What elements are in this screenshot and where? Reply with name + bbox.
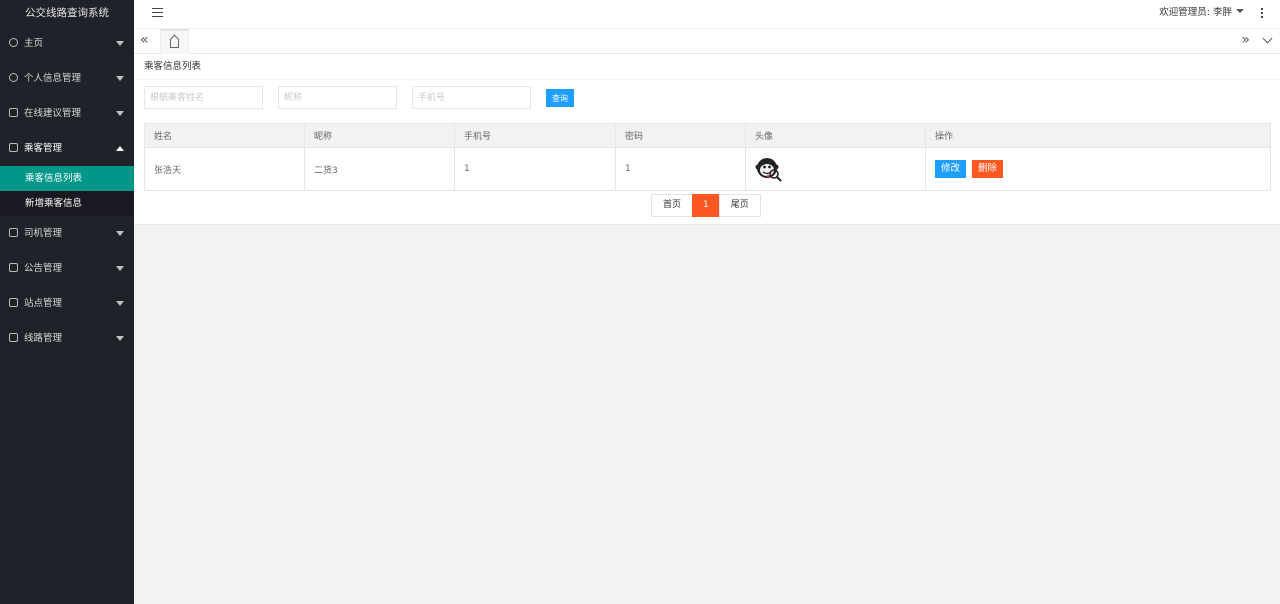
pagination-first[interactable]: 首页 [651, 194, 694, 217]
monkey-avatar-icon [755, 158, 782, 182]
chevron-down-icon [116, 41, 124, 46]
pagination-last[interactable]: 尾页 [718, 194, 761, 217]
chevron-down-icon [116, 301, 124, 306]
delete-button[interactable]: 删除 [972, 160, 1004, 178]
list-icon [9, 263, 18, 272]
pagination-current-page[interactable]: 1 [692, 194, 720, 217]
column-header-name[interactable]: 姓名 [144, 123, 305, 148]
more-vertical-icon[interactable] [1261, 8, 1264, 20]
sidebar-item-home[interactable]: 主页 [0, 26, 134, 61]
chevron-up-icon [116, 146, 124, 151]
cell-avatar [745, 147, 926, 191]
column-header-phone[interactable]: 手机号 [454, 123, 616, 148]
sidebar: 公交线路查询系统 主页 个人信息管理 在线建议管理 乘客管理 乘客信息列表 新增… [0, 0, 134, 604]
page-title: 乘客信息列表 [134, 54, 1280, 80]
tab-bar: « » [134, 29, 1280, 54]
cell-password: 1 [615, 147, 746, 191]
list-icon [9, 333, 18, 342]
chevron-down-icon [116, 111, 124, 116]
top-header: 欢迎管理员: 李胖 [134, 0, 1280, 29]
cell-actions: 修改 删除 [925, 147, 1271, 191]
passenger-table: 姓名 昵称 手机号 密码 头像 操作 张浩天 二货3 1 1 修改 删除 [144, 123, 1271, 191]
cell-nickname: 二货3 [304, 147, 455, 191]
edit-button[interactable]: 修改 [935, 160, 967, 178]
chevron-down-icon [116, 336, 124, 341]
user-menu[interactable]: 欢迎管理员: 李胖 [1159, 0, 1244, 26]
list-icon [9, 228, 18, 237]
chevron-down-icon [116, 266, 124, 271]
phone-search-input[interactable] [412, 86, 531, 109]
cell-name: 张浩天 [144, 147, 305, 191]
list-icon [9, 298, 18, 307]
sidebar-subitem-add-passenger[interactable]: 新增乘客信息 [0, 191, 134, 216]
home-icon [170, 40, 179, 48]
sidebar-item-label: 乘客管理 [24, 143, 63, 154]
dashboard-icon [9, 38, 18, 47]
double-chevron-right-icon[interactable]: » [1241, 32, 1250, 48]
column-header-actions[interactable]: 操作 [925, 123, 1271, 148]
list-icon [9, 108, 18, 117]
chevron-down-icon [116, 231, 124, 236]
list-icon [9, 143, 18, 152]
table-header-row: 姓名 昵称 手机号 密码 头像 操作 [144, 123, 1271, 148]
column-header-avatar[interactable]: 头像 [745, 123, 926, 148]
chevron-down-icon[interactable] [1262, 33, 1273, 44]
user-icon [9, 73, 18, 82]
tab-home[interactable] [160, 29, 189, 54]
sidebar-item-label: 个人信息管理 [24, 73, 82, 84]
welcome-text: 欢迎管理员: 李胖 [1159, 7, 1232, 18]
column-header-password[interactable]: 密码 [615, 123, 746, 148]
nickname-search-input[interactable] [278, 86, 397, 109]
sidebar-item-passengers[interactable]: 乘客管理 [0, 131, 134, 166]
sidebar-item-stations[interactable]: 站点管理 [0, 286, 134, 321]
sidebar-item-label: 主页 [24, 38, 44, 49]
sidebar-item-label: 站点管理 [24, 298, 63, 309]
pagination: 首页 1 尾页 [651, 194, 761, 217]
chevron-down-icon [116, 76, 124, 81]
sidebar-submenu-passengers: 乘客信息列表 新增乘客信息 [0, 166, 134, 216]
sidebar-item-notices[interactable]: 公告管理 [0, 251, 134, 286]
sidebar-item-drivers[interactable]: 司机管理 [0, 216, 134, 251]
menu-toggle-icon[interactable] [152, 8, 163, 19]
caret-down-icon [1236, 9, 1244, 13]
sidebar-subitem-passenger-list[interactable]: 乘客信息列表 [0, 166, 134, 191]
sidebar-item-label: 在线建议管理 [24, 108, 82, 119]
sidebar-item-suggestions[interactable]: 在线建议管理 [0, 96, 134, 131]
sidebar-item-label: 线路管理 [24, 333, 63, 344]
double-chevron-left-icon[interactable]: « [140, 32, 149, 48]
sidebar-item-label: 公告管理 [24, 263, 63, 274]
name-search-input[interactable] [144, 86, 263, 109]
column-header-nickname[interactable]: 昵称 [304, 123, 455, 148]
sidebar-item-label: 司机管理 [24, 228, 63, 239]
search-button[interactable]: 查询 [546, 89, 574, 107]
cell-phone: 1 [454, 147, 616, 191]
sidebar-item-routes[interactable]: 线路管理 [0, 321, 134, 356]
table-row: 张浩天 二货3 1 1 修改 删除 [144, 147, 1271, 191]
main-card: 乘客信息列表 查询 姓名 昵称 手机号 密码 头像 操作 张浩天 二货3 1 1 [134, 54, 1280, 225]
search-row: 查询 [134, 80, 1280, 122]
app-title: 公交线路查询系统 [25, 7, 109, 19]
sidebar-item-profile[interactable]: 个人信息管理 [0, 61, 134, 96]
